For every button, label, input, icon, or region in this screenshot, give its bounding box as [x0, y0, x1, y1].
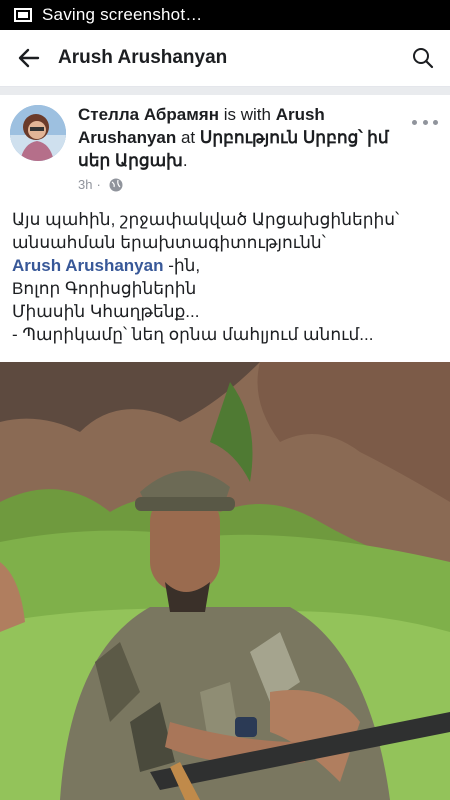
screenshot-icon	[14, 8, 32, 22]
post-line-mention: Arush Arushanyan -ին,	[12, 256, 201, 275]
mention-link[interactable]: Arush Arushanyan	[12, 256, 163, 275]
post-line-5: - Պարիկամը՝ նեղ օրնա մահլյում անում...	[12, 325, 374, 344]
status-bar: Saving screenshot…	[0, 0, 450, 30]
post-meta: 3h ·	[78, 177, 123, 192]
post-photo[interactable]	[0, 362, 450, 800]
post-headline: Стелла Абрамян is with Arush Arushanyan …	[78, 105, 389, 170]
post-time[interactable]: 3h	[78, 177, 92, 192]
post-body: Այս պահին, շրջափակված Արցախցիներիս՝ անսա…	[12, 208, 442, 346]
post-line-2: անսահման երախտագիտությունն՝	[12, 233, 326, 252]
more-options-icon[interactable]	[412, 115, 438, 129]
avatar[interactable]	[10, 105, 66, 161]
author-name[interactable]: Стелла Абрамян	[78, 105, 219, 124]
search-icon[interactable]	[408, 43, 438, 73]
app-bar: Arush Arushanyan	[0, 30, 450, 87]
globe-icon	[109, 178, 123, 192]
post-line-4: Միասին Կհաղթենք...	[12, 302, 200, 321]
feed-divider	[0, 87, 450, 95]
status-text: Saving screenshot…	[42, 5, 203, 24]
back-arrow-icon[interactable]	[14, 43, 44, 73]
page-title: Arush Arushanyan	[58, 47, 228, 68]
post-line-1: Այս պահին, շրջափակված Արցախցիներիս՝	[12, 210, 400, 229]
post-line-3: Bոլոր Գորիսցիներին	[12, 279, 197, 298]
post-header: Стелла Абрамян is with Arush Arushanyan …	[0, 95, 450, 200]
